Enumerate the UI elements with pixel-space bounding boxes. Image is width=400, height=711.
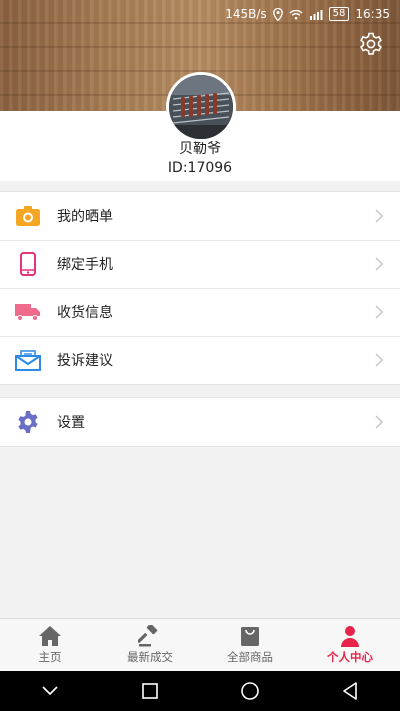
home-icon — [39, 626, 61, 646]
menu-item-label: 绑定手机 — [57, 257, 113, 273]
tab-home[interactable]: 主页 — [0, 619, 100, 671]
avatar[interactable] — [166, 72, 236, 142]
settings-gear-icon[interactable] — [358, 31, 384, 57]
tab-label: 个人中心 — [327, 650, 373, 664]
location-icon — [272, 7, 283, 21]
chevron-right-icon — [375, 415, 383, 429]
battery-level: 58 — [328, 7, 350, 21]
home-button[interactable] — [235, 676, 265, 706]
menu-item-label: 投诉建议 — [57, 353, 113, 369]
collapse-button[interactable] — [35, 676, 65, 706]
menu-item-label: 设置 — [57, 415, 85, 431]
tab-label: 主页 — [38, 650, 62, 664]
chevron-down-icon — [42, 686, 58, 696]
chevron-right-icon — [375, 209, 383, 223]
mail-icon — [15, 347, 41, 373]
wifi-icon — [289, 9, 303, 20]
menu-item-settings[interactable]: 设置 — [0, 398, 400, 446]
menu-item-label: 我的晒单 — [57, 209, 113, 225]
menu-item-shipping-info[interactable]: 收货信息 — [0, 288, 400, 336]
clock: 16:35 — [355, 7, 390, 21]
status-bar: 145B/s 58 16:35 — [0, 0, 400, 28]
menu-item-label: 收货信息 — [57, 305, 113, 321]
truck-icon — [15, 299, 41, 325]
tab-profile[interactable]: 个人中心 — [300, 619, 400, 671]
circle-icon — [241, 682, 259, 700]
camera-icon — [15, 203, 41, 229]
menu-item-bind-phone[interactable]: 绑定手机 — [0, 240, 400, 288]
menu-item-my-orders[interactable]: 我的晒单 — [0, 192, 400, 240]
user-id: ID:17096 — [167, 160, 233, 176]
bag-icon — [241, 627, 259, 646]
tab-label: 最新成交 — [127, 650, 173, 664]
menu-list: 我的晒单 绑定手机 收货信息 投诉建议 — [0, 191, 400, 385]
phone-icon — [15, 251, 41, 277]
network-speed: 145B/s — [225, 7, 267, 21]
back-button[interactable] — [335, 676, 365, 706]
tab-latest-deals[interactable]: 最新成交 — [100, 619, 200, 671]
tab-label: 全部商品 — [227, 650, 273, 664]
gavel-icon — [138, 625, 158, 647]
chevron-right-icon — [375, 305, 383, 319]
signal-icon — [309, 9, 323, 20]
triangle-back-icon — [343, 682, 357, 700]
tab-all-products[interactable]: 全部商品 — [200, 619, 300, 671]
chevron-right-icon — [375, 257, 383, 271]
menu-item-feedback[interactable]: 投诉建议 — [0, 336, 400, 384]
square-icon — [142, 683, 158, 699]
bottom-tab-bar: 主页 最新成交 全部商品 个人中心 — [0, 618, 400, 671]
gear-icon — [15, 409, 41, 435]
system-nav-bar — [0, 671, 400, 711]
chevron-right-icon — [375, 353, 383, 367]
recent-apps-button[interactable] — [135, 676, 165, 706]
person-icon — [341, 626, 359, 647]
settings-list: 设置 — [0, 397, 400, 447]
